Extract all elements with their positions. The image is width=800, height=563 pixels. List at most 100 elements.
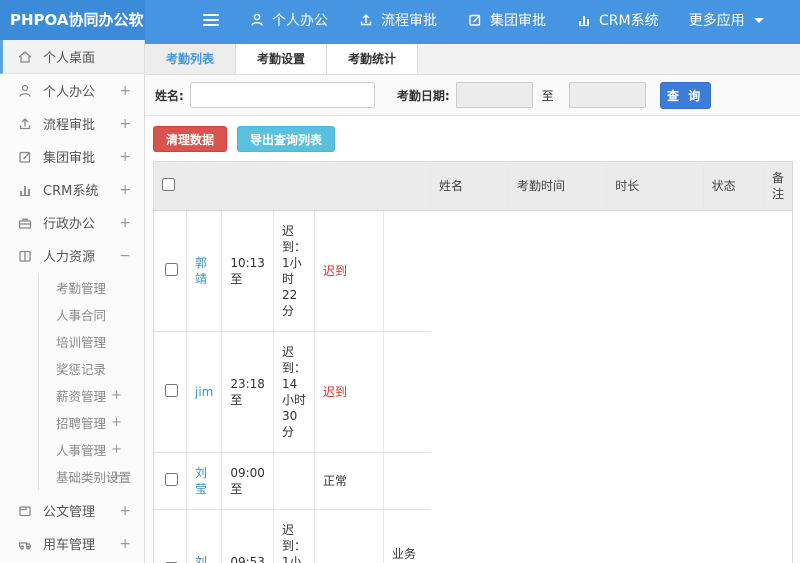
expand-icon[interactable]: + bbox=[119, 536, 131, 552]
sidebar-item-label: 个人桌面 bbox=[43, 51, 96, 66]
top-header: PHPOA协同办公软件 个人办公 流程审批 集团审批 bbox=[0, 0, 800, 69]
sidebar-item-label: 人力资源 bbox=[43, 250, 96, 265]
name-filter-label: 姓名: bbox=[155, 88, 184, 103]
subitem-label: 人事管理 bbox=[56, 443, 107, 458]
sidebar-item-documents[interactable]: 公文管理 + bbox=[0, 494, 144, 527]
late-duration-text: 迟到：1小时22分 bbox=[281, 224, 306, 318]
nav-label: 个人办公 bbox=[272, 13, 328, 29]
subitem-label: 奖惩记录 bbox=[56, 362, 107, 377]
chart-icon bbox=[576, 12, 592, 28]
expand-icon[interactable]: + bbox=[119, 149, 131, 165]
sidebar-subitem-personnel[interactable]: 人事管理 + bbox=[39, 436, 144, 463]
date-from-input[interactable] bbox=[455, 82, 533, 108]
sidebar-item-workflow[interactable]: 流程审批 + bbox=[0, 107, 144, 140]
nav-workflow-approval[interactable]: 流程审批 bbox=[358, 10, 437, 30]
export-list-button[interactable]: 导出查询列表 bbox=[237, 126, 336, 152]
app-logo: PHPOA协同办公软件 bbox=[0, 0, 145, 69]
hamburger-menu-icon[interactable] bbox=[203, 14, 219, 26]
nav-group-approval[interactable]: 集团审批 bbox=[467, 10, 546, 30]
date-range-to-label: 至 bbox=[541, 88, 554, 103]
row-checkbox[interactable] bbox=[165, 383, 178, 397]
status-text: 迟到 bbox=[314, 211, 385, 332]
caret-down-icon bbox=[753, 17, 764, 23]
employee-name-link[interactable]: 郭靖 bbox=[195, 256, 207, 286]
note-text bbox=[383, 331, 431, 453]
expand-icon[interactable]: + bbox=[111, 388, 122, 403]
expand-icon[interactable]: + bbox=[119, 503, 131, 519]
expand-icon[interactable]: + bbox=[111, 469, 122, 484]
table-body: 郭靖 10:13至 迟到：1小时22分 迟到 jim 23:18至 迟到：14小… bbox=[154, 211, 431, 563]
sidebar-item-group-approval[interactable]: 集团审批 + bbox=[0, 140, 144, 173]
expand-icon[interactable]: + bbox=[111, 442, 122, 457]
subitem-label: 薪资管理 bbox=[56, 389, 107, 404]
car-icon bbox=[17, 536, 33, 552]
sidebar: 个人桌面 个人办公 + 流程审批 + 集团审批 + CRM系统 + 行政办公 +… bbox=[0, 40, 145, 563]
filter-bar: 姓名: 考勤日期: 至 查 询 bbox=[145, 75, 800, 116]
sidebar-subitem-salary[interactable]: 薪资管理 + bbox=[39, 382, 144, 409]
employee-name-link[interactable]: 刘莹 bbox=[195, 555, 207, 563]
tab-attendance-settings[interactable]: 考勤设置 bbox=[236, 44, 328, 74]
sidebar-item-hr[interactable]: 人力资源 − bbox=[0, 239, 144, 272]
sidebar-item-crm[interactable]: CRM系统 + bbox=[0, 173, 144, 206]
row-checkbox[interactable] bbox=[165, 472, 178, 486]
sidebar-subitem-base-category[interactable]: 基础类别设置 + bbox=[39, 463, 144, 490]
edit-icon bbox=[17, 149, 33, 165]
table-row: jim 23:18至 迟到：14小时30分 迟到 bbox=[154, 331, 431, 453]
column-header-note: 备注 bbox=[763, 161, 793, 211]
sidebar-item-personal-office[interactable]: 个人办公 + bbox=[0, 74, 144, 107]
table-row: 刘莹 09:53至 迟到：1小时88分 迟到 业务需要外出 bbox=[154, 509, 431, 563]
chart-icon bbox=[17, 182, 33, 198]
table-row: 刘莹 09:00至 正常 bbox=[154, 452, 431, 510]
sidebar-subitem-attendance[interactable]: 考勤管理 bbox=[39, 274, 144, 301]
sidebar-item-label: 公文管理 bbox=[43, 505, 96, 520]
date-to-input[interactable] bbox=[568, 82, 646, 108]
tab-attendance-stats[interactable]: 考勤统计 bbox=[327, 44, 419, 74]
subitem-label: 培训管理 bbox=[56, 335, 107, 350]
attendance-time-cell: 09:00至 bbox=[221, 452, 274, 510]
note-text bbox=[383, 211, 431, 332]
expand-icon[interactable]: + bbox=[111, 415, 122, 430]
collapse-icon[interactable]: − bbox=[119, 248, 131, 264]
sidebar-subitem-recruit[interactable]: 招聘管理 + bbox=[39, 409, 144, 436]
sidebar-subitem-training[interactable]: 培训管理 bbox=[39, 328, 144, 355]
select-all-checkbox[interactable] bbox=[162, 177, 175, 191]
employee-name-link[interactable]: jim bbox=[195, 385, 213, 399]
tab-attendance-list[interactable]: 考勤列表 bbox=[145, 44, 237, 74]
nav-more-apps[interactable]: 更多应用 bbox=[689, 10, 764, 30]
sidebar-item-label: 集团审批 bbox=[43, 151, 96, 166]
flow-icon bbox=[358, 12, 374, 28]
expand-icon[interactable]: + bbox=[119, 116, 131, 132]
table-row: 郭靖 10:13至 迟到：1小时22分 迟到 bbox=[154, 211, 431, 332]
search-button[interactable]: 查 询 bbox=[659, 81, 711, 109]
table-header-row: 姓名 考勤时间 时长 状态 备注 bbox=[153, 161, 793, 211]
sidebar-item-admin-office[interactable]: 行政办公 + bbox=[0, 206, 144, 239]
duration-cell bbox=[273, 452, 315, 510]
subitem-label: 招聘管理 bbox=[56, 416, 107, 431]
sidebar-subitem-hr-contract[interactable]: 人事合同 bbox=[39, 301, 144, 328]
duration-cell: 迟到：1小时88分 bbox=[273, 509, 315, 563]
clear-data-button[interactable]: 清理数据 bbox=[153, 126, 228, 152]
duration-cell: 迟到：1小时22分 bbox=[273, 211, 315, 332]
duration-cell: 迟到：14小时30分 bbox=[273, 331, 315, 453]
name-filter-input[interactable] bbox=[189, 82, 375, 108]
row-checkbox[interactable] bbox=[165, 262, 178, 276]
nav-personal-office[interactable]: 个人办公 bbox=[249, 10, 328, 30]
expand-icon[interactable]: + bbox=[119, 215, 131, 231]
briefcase-icon bbox=[17, 215, 33, 231]
employee-name-link[interactable]: 刘莹 bbox=[195, 466, 207, 496]
sidebar-subitem-rewards[interactable]: 奖惩记录 bbox=[39, 355, 144, 382]
person-icon bbox=[249, 12, 265, 28]
book-icon bbox=[17, 248, 33, 264]
nav-crm-system[interactable]: CRM系统 bbox=[576, 10, 659, 30]
sidebar-item-desktop[interactable]: 个人桌面 bbox=[0, 40, 144, 74]
column-header-time: 考勤时间 bbox=[508, 161, 608, 211]
sidebar-item-vehicle[interactable]: 用车管理 + bbox=[0, 527, 144, 560]
date-filter-label: 考勤日期: bbox=[396, 88, 450, 103]
document-icon bbox=[17, 503, 33, 519]
flow-icon bbox=[17, 116, 33, 132]
nav-label: 流程审批 bbox=[381, 13, 437, 29]
column-header-name: 姓名 bbox=[430, 161, 509, 211]
subitem-label: 考勤管理 bbox=[56, 281, 107, 296]
expand-icon[interactable]: + bbox=[119, 182, 131, 198]
expand-icon[interactable]: + bbox=[119, 83, 131, 99]
